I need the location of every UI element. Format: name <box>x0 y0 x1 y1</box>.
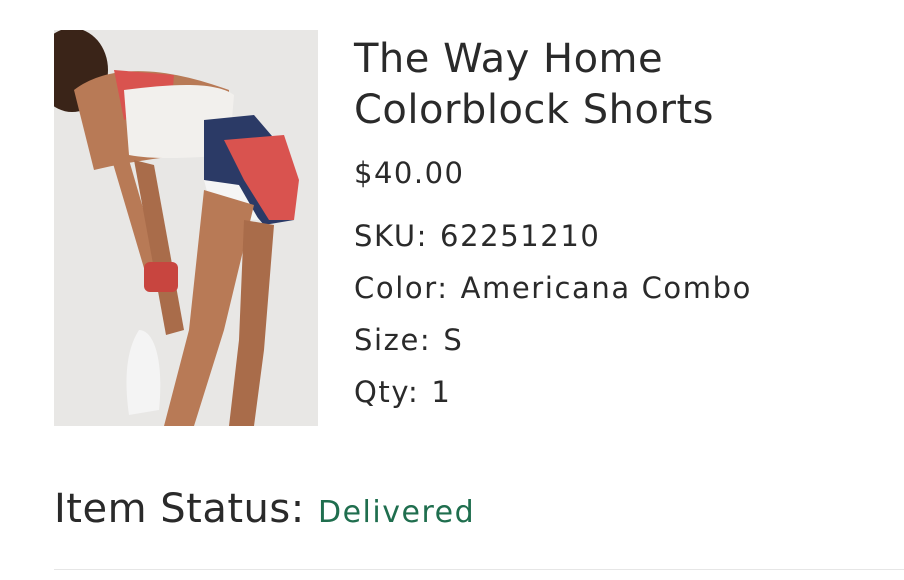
qty-value: 1 <box>431 375 452 409</box>
product-price: $40.00 <box>354 156 465 190</box>
color-value: Americana Combo <box>460 271 752 305</box>
order-item-card: The Way Home Colorblock Shorts $40.00 SK… <box>0 0 904 580</box>
item-status-row: Item Status: Delivered <box>54 482 475 536</box>
color-label: Color: <box>354 271 449 305</box>
sku-label: SKU: <box>354 219 429 253</box>
product-title[interactable]: The Way Home Colorblock Shorts <box>354 34 874 136</box>
color-row: Color: Americana Combo <box>354 262 874 314</box>
size-row: Size: S <box>354 314 874 366</box>
size-value: S <box>443 323 464 357</box>
sku-row: SKU: 62251210 <box>354 210 874 262</box>
size-label: Size: <box>354 323 432 357</box>
product-details: The Way Home Colorblock Shorts $40.00 SK… <box>354 34 874 418</box>
sku-value: 62251210 <box>440 219 601 253</box>
product-attributes: SKU: 62251210 Color: Americana Combo Size:… <box>354 210 874 418</box>
product-image[interactable] <box>54 30 318 426</box>
qty-row: Qty: 1 <box>354 366 874 418</box>
qty-label: Qty: <box>354 375 420 409</box>
divider <box>54 569 904 570</box>
item-status-label: Item Status: <box>54 486 305 532</box>
product-title-line-2: Colorblock Shorts <box>354 87 714 133</box>
product-title-line-1: The Way Home <box>354 36 664 82</box>
product-photo <box>54 30 318 426</box>
item-status-value: Delivered <box>318 495 476 530</box>
